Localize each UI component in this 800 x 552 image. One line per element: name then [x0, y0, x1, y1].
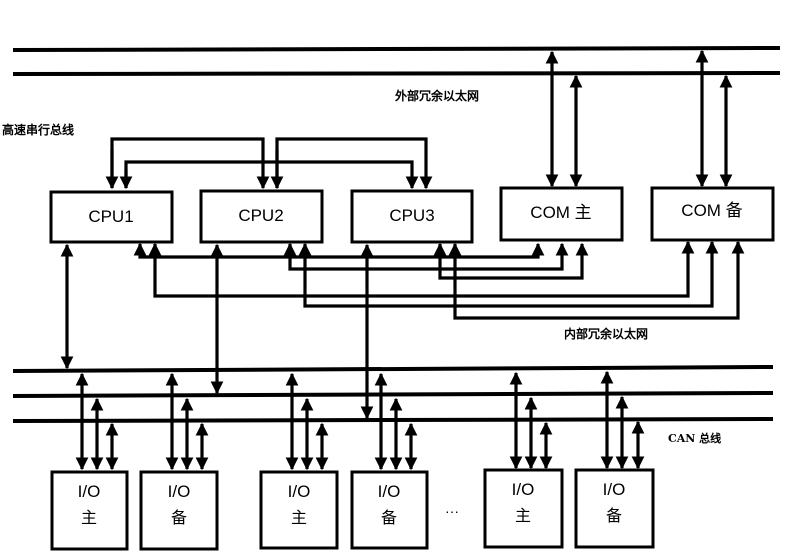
high-speed-serial-bus-label: 高速串行总线 [2, 122, 74, 137]
io-module-6: I/O 备 [574, 468, 655, 549]
io-role: 备 [381, 508, 397, 527]
external-ethernet-bus [12, 46, 781, 76]
io-label: I/O [78, 482, 101, 501]
cpu-can-links [60, 243, 374, 420]
com-main-label: COM 主 [530, 203, 591, 222]
com-backup-module: COM 备 [650, 186, 775, 242]
external-ethernet-line-b [12, 71, 781, 76]
io-module-3: I/O 主 [259, 470, 339, 550]
cpu2-label: CPU2 [238, 206, 283, 225]
io-module-5: I/O 主 [483, 468, 564, 549]
cpu3-module: CPU3 [350, 189, 474, 244]
io-role: 备 [606, 506, 622, 525]
io-module-4: I/O 备 [350, 470, 429, 550]
cpu2-module: CPU2 [199, 189, 324, 244]
external-ethernet-label: 外部冗余以太网 [395, 88, 479, 103]
high-speed-serial-bus [105, 137, 433, 190]
io-label: I/O [288, 482, 311, 501]
io-role: 主 [81, 508, 97, 527]
can-bus-line-c [12, 417, 774, 423]
io-label: I/O [168, 482, 191, 501]
serial-link-cpu1-cpu3 [124, 160, 419, 190]
internal-ethernet [133, 240, 745, 320]
can-bus-line-b [12, 391, 774, 398]
ellipsis: ··· [445, 503, 459, 519]
io-role: 主 [515, 506, 531, 525]
int-eth-a-cpu1-com-main [133, 242, 545, 259]
com-backup-label: COM 备 [681, 201, 742, 220]
io-module-2: I/O 备 [139, 470, 219, 551]
io-label: I/O [512, 480, 535, 499]
system-architecture-diagram: 外部冗余以太网 高速串行总线 CPU1 CPU2 CPU3 COM 主 COM … [2, 46, 781, 551]
cpu3-label: CPU3 [389, 206, 434, 225]
com-main-module: COM 主 [499, 186, 624, 242]
io-module-1: I/O 主 [50, 470, 129, 551]
internal-ethernet-label: 内部冗余以太网 [564, 326, 648, 341]
can-bus [12, 365, 774, 423]
cpu1-label: CPU1 [88, 207, 133, 226]
external-ethernet-line-a [12, 46, 781, 52]
io-label: I/O [603, 480, 626, 499]
io-label: I/O [378, 482, 401, 501]
io-role: 主 [291, 508, 307, 527]
can-bus-line-a [12, 365, 774, 373]
io-role: 备 [171, 508, 187, 527]
can-bus-label: CAN 总线 [668, 431, 721, 445]
cpu1-module: CPU1 [49, 190, 174, 244]
